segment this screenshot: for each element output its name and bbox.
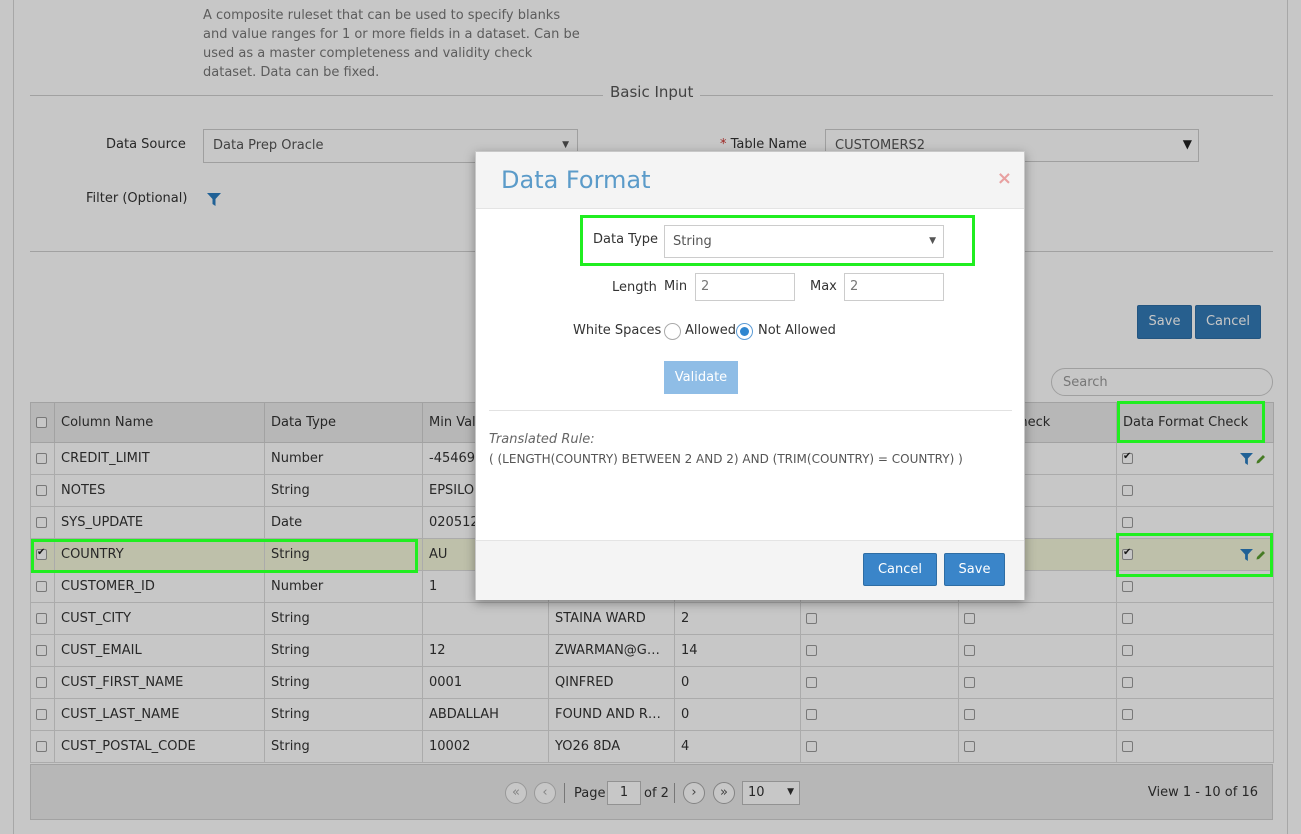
ruleset-editor-page: A composite ruleset that can be used to …: [0, 0, 1301, 834]
dialog-divider: [489, 410, 1012, 411]
translated-rule-text: ( (LENGTH(COUNTRY) BETWEEN 2 AND 2) AND …: [489, 452, 963, 466]
highlight-country-row: [31, 539, 418, 573]
dialog-header: Data Format ×: [476, 152, 1024, 209]
allowed-radio[interactable]: [664, 323, 681, 340]
close-icon[interactable]: ×: [997, 168, 1012, 189]
length-min-label: Min: [664, 279, 688, 294]
length-max-input[interactable]: 2: [844, 273, 944, 301]
white-spaces-label: White Spaces: [573, 323, 662, 338]
not-allowed-label: Not Allowed: [758, 323, 836, 338]
dialog-footer: Cancel Save: [476, 540, 1024, 600]
translated-rule-label: Translated Rule:: [489, 432, 595, 447]
length-label: Length: [612, 280, 657, 295]
allowed-label: Allowed: [685, 323, 736, 338]
dialog-title: Data Format: [501, 166, 651, 194]
validate-button[interactable]: Validate: [664, 361, 738, 394]
highlight-data-type: [580, 215, 975, 266]
dialog-save-button[interactable]: Save: [944, 553, 1005, 586]
not-allowed-radio[interactable]: [736, 323, 753, 340]
length-min-input[interactable]: 2: [695, 273, 795, 301]
length-max-label: Max: [810, 279, 837, 294]
dialog-cancel-button[interactable]: Cancel: [863, 553, 937, 586]
highlight-format-cell: [1116, 533, 1273, 577]
highlight-format-header: [1117, 401, 1265, 443]
